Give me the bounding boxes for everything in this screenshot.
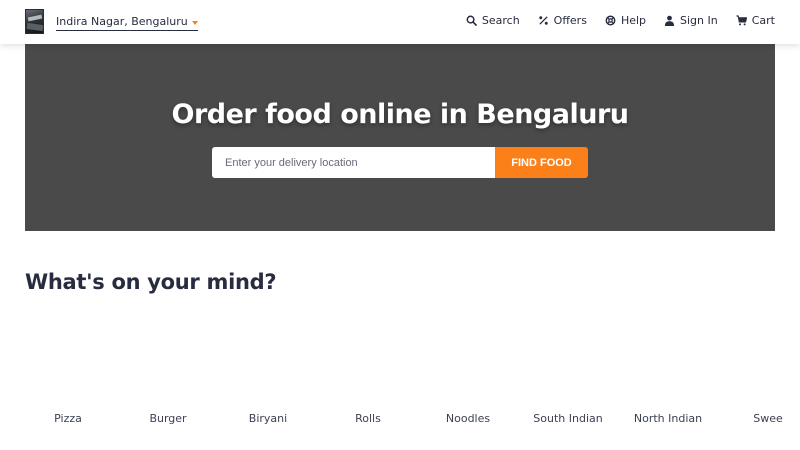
category-label: Noodles	[445, 412, 491, 425]
category-sweets[interactable]: Swee	[718, 300, 800, 440]
nav-sign-in-label: Sign In	[680, 14, 718, 27]
nav-cart[interactable]: Cart	[736, 14, 775, 27]
category-pizza[interactable]: Pizza	[18, 300, 118, 440]
nav-search-label: Search	[481, 14, 520, 27]
delivery-location-input[interactable]	[212, 147, 495, 178]
category-image	[530, 308, 606, 384]
nav-offers-label: Offers	[553, 14, 587, 27]
nav-help[interactable]: Help	[605, 14, 646, 27]
nav-offers[interactable]: Offers	[538, 14, 587, 27]
section-title: What's on your mind?	[25, 270, 277, 294]
chevron-down-icon	[191, 20, 198, 25]
nav-sign-in[interactable]: Sign In	[664, 14, 718, 27]
category-carousel: Pizza Burger Biryani Rolls Noodles South…	[18, 300, 800, 440]
location-search-box: FIND FOOD	[212, 147, 588, 178]
category-south-indian[interactable]: South Indian	[518, 300, 618, 440]
category-image	[330, 308, 406, 384]
category-label: North Indian	[633, 412, 703, 425]
brand-logo[interactable]	[25, 9, 44, 34]
category-label: Biryani	[248, 412, 288, 425]
search-icon	[466, 15, 477, 26]
header-nav: Search Offers Help Sign In Cart	[448, 14, 775, 27]
find-food-button[interactable]: FIND FOOD	[495, 147, 588, 178]
top-header: Indira Nagar, Bengaluru Search Offers He…	[0, 0, 800, 44]
user-icon	[664, 15, 675, 26]
nav-search[interactable]: Search	[466, 14, 520, 27]
percent-icon	[538, 16, 548, 25]
category-image	[130, 308, 206, 384]
category-label: Rolls	[355, 412, 381, 425]
category-image	[630, 308, 706, 384]
category-burger[interactable]: Burger	[118, 300, 218, 440]
category-label: Pizza	[54, 412, 82, 425]
category-image	[730, 308, 800, 384]
category-image	[230, 308, 306, 384]
category-noodles[interactable]: Noodles	[418, 300, 518, 440]
cart-icon	[736, 15, 747, 26]
category-image	[430, 308, 506, 384]
location-selector[interactable]: Indira Nagar, Bengaluru	[56, 13, 198, 31]
hero-title: Order food online in Bengaluru	[171, 99, 629, 130]
nav-help-label: Help	[620, 14, 647, 27]
hero-banner: Order food online in Bengaluru FIND FOOD	[25, 44, 775, 231]
category-rolls[interactable]: Rolls	[318, 300, 418, 440]
category-image	[30, 308, 106, 384]
category-label: Burger	[149, 412, 187, 425]
category-label: Swee	[753, 412, 783, 425]
nav-cart-label: Cart	[751, 14, 775, 27]
category-biryani[interactable]: Biryani	[218, 300, 318, 440]
location-label: Indira Nagar, Bengaluru	[56, 15, 188, 28]
help-lifebuoy-icon	[605, 15, 616, 26]
category-label: South Indian	[533, 412, 603, 425]
category-north-indian[interactable]: North Indian	[618, 300, 718, 440]
